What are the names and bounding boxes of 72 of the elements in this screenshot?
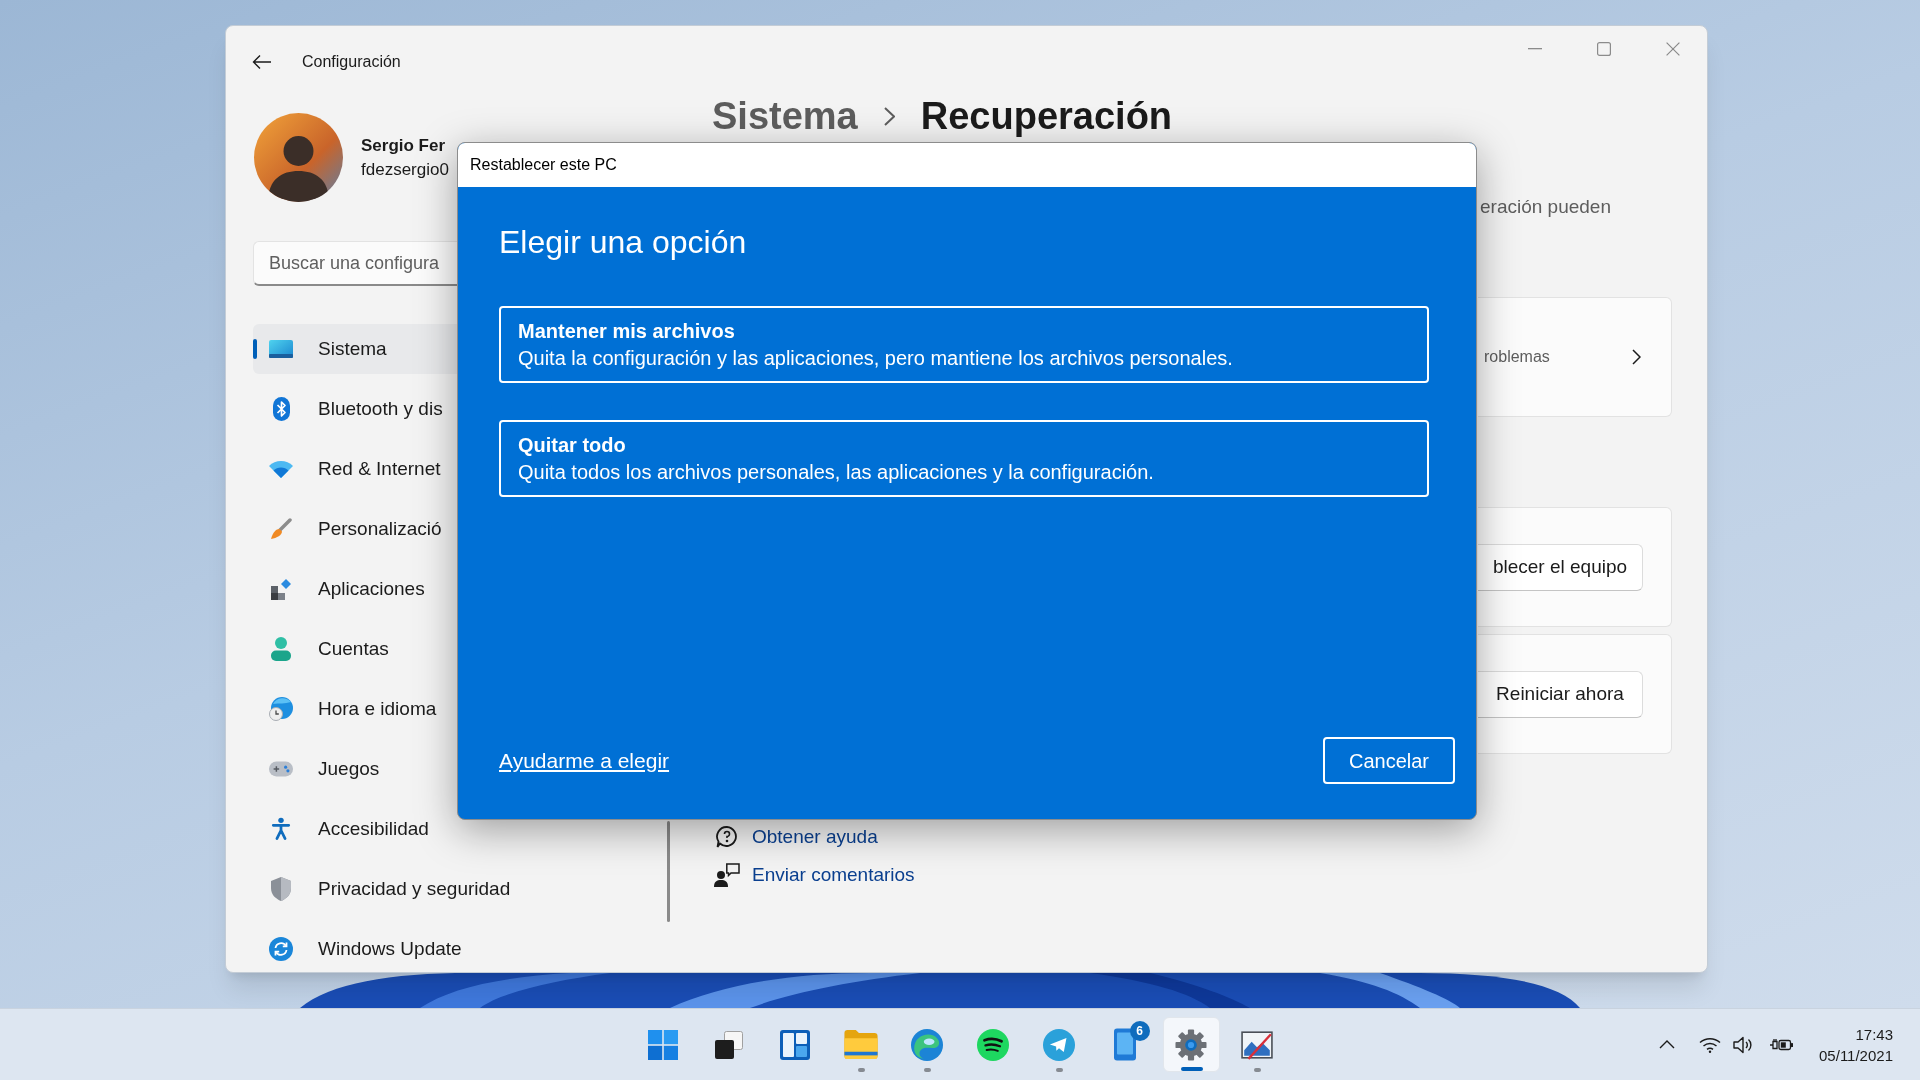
back-arrow-icon[interactable] bbox=[252, 54, 272, 70]
help-link[interactable]: Ayudarme a elegir bbox=[499, 746, 670, 775]
chevron-right-icon bbox=[883, 106, 895, 126]
scrollbar-thumb[interactable] bbox=[667, 821, 670, 922]
nav-item[interactable]: Personalizació bbox=[253, 504, 450, 554]
circle-arcs-icon bbox=[977, 1028, 1009, 1061]
gamepad-icon bbox=[269, 761, 293, 777]
nav-item[interactable]: Sistema bbox=[253, 324, 458, 374]
taskbar-button[interactable]: 6 bbox=[1096, 1017, 1154, 1072]
person-speech-icon bbox=[714, 863, 740, 887]
sync-icon bbox=[269, 937, 293, 961]
help-link[interactable]: Enviar comentarios bbox=[752, 863, 915, 887]
profile-name: Sergio Fer bbox=[361, 134, 447, 157]
nav-item[interactable]: Windows Update bbox=[253, 924, 470, 972]
wifi-icon bbox=[269, 460, 293, 478]
running-indicator bbox=[857, 1068, 865, 1072]
settings-icon bbox=[1175, 1028, 1207, 1061]
selection-indicator bbox=[253, 339, 257, 359]
option-button[interactable]: Quitar todo Quita todos los archivos personales, las aplicaciones y la configuración. bbox=[499, 420, 1429, 497]
page-title: Recuperación bbox=[920, 94, 1173, 138]
nav-item[interactable]: Aplicaciones bbox=[253, 564, 433, 614]
dialog-title: Restablecer este PC bbox=[458, 143, 1476, 187]
battery-plug-icon[interactable] bbox=[1769, 1036, 1794, 1053]
active-indicator bbox=[1180, 1067, 1203, 1071]
breadcrumb-link[interactable]: Sistema bbox=[712, 94, 858, 138]
speech-bubble-icon bbox=[716, 826, 738, 848]
nav-item[interactable]: Cuentas bbox=[253, 624, 397, 674]
person-icon bbox=[271, 637, 291, 661]
cancel-button[interactable]: Cancelar bbox=[1323, 737, 1455, 784]
maximize-icon[interactable] bbox=[1596, 42, 1611, 56]
picture-pen-icon bbox=[1241, 1028, 1273, 1061]
globe-clock-icon bbox=[269, 697, 293, 721]
search-field[interactable]: Buscar una configura bbox=[253, 241, 458, 286]
shield-icon bbox=[271, 877, 291, 901]
card-button[interactable]: Reiniciar ahora bbox=[1478, 670, 1643, 718]
four-squares-icon bbox=[648, 1029, 678, 1060]
running-indicator bbox=[1055, 1068, 1063, 1072]
clock-button[interactable]: 17:43 05/11/2021 bbox=[1815, 1023, 1897, 1066]
card-button[interactable]: blecer el equipo bbox=[1478, 543, 1643, 591]
wifi-icon[interactable] bbox=[1699, 1036, 1722, 1053]
minimize-icon[interactable] bbox=[1527, 48, 1542, 50]
description-text: eración pueden bbox=[1479, 195, 1612, 219]
accessibility-icon bbox=[271, 817, 291, 841]
dialog-heading: Elegir una opción bbox=[499, 223, 747, 262]
brush-icon bbox=[270, 518, 292, 540]
overlapping-squares-icon bbox=[714, 1029, 744, 1060]
speaker-icon[interactable] bbox=[1733, 1035, 1754, 1054]
panels-icon bbox=[780, 1029, 810, 1060]
phone-icon bbox=[1114, 1028, 1136, 1061]
nav-item[interactable]: Bluetooth y dis bbox=[253, 384, 451, 434]
swirl-icon bbox=[911, 1028, 943, 1061]
running-indicator bbox=[1253, 1068, 1261, 1072]
monitor-icon bbox=[269, 340, 293, 358]
notification-badge: 6 bbox=[1129, 1021, 1150, 1041]
nav-item[interactable]: Accesibilidad bbox=[253, 804, 437, 854]
window-title: Configuración bbox=[302, 52, 401, 72]
chevron-up-icon[interactable] bbox=[1659, 1040, 1676, 1049]
close-icon[interactable] bbox=[1665, 42, 1680, 56]
apps-icon bbox=[271, 578, 291, 600]
nav-item[interactable]: Hora e idioma bbox=[253, 684, 445, 734]
nav-item[interactable]: Privacidad y seguridad bbox=[253, 864, 519, 914]
settings-card[interactable]: roblemas bbox=[1478, 297, 1672, 417]
option-button[interactable]: Mantener mis archivos Quita la configuración y las aplicaciones, pero mantiene los archivos personales. bbox=[499, 306, 1429, 383]
bluetooth-icon bbox=[272, 397, 290, 421]
nav-item[interactable]: Juegos bbox=[253, 744, 388, 794]
chevron-right-icon bbox=[1632, 349, 1641, 365]
folder-icon bbox=[844, 1030, 878, 1059]
profile-email: fdezsergio0 bbox=[361, 158, 449, 181]
paper-plane-icon bbox=[1043, 1028, 1075, 1061]
help-link[interactable]: Obtener ayuda bbox=[752, 825, 878, 849]
nav-item[interactable]: Red & Internet bbox=[253, 444, 449, 494]
running-indicator bbox=[923, 1068, 931, 1072]
